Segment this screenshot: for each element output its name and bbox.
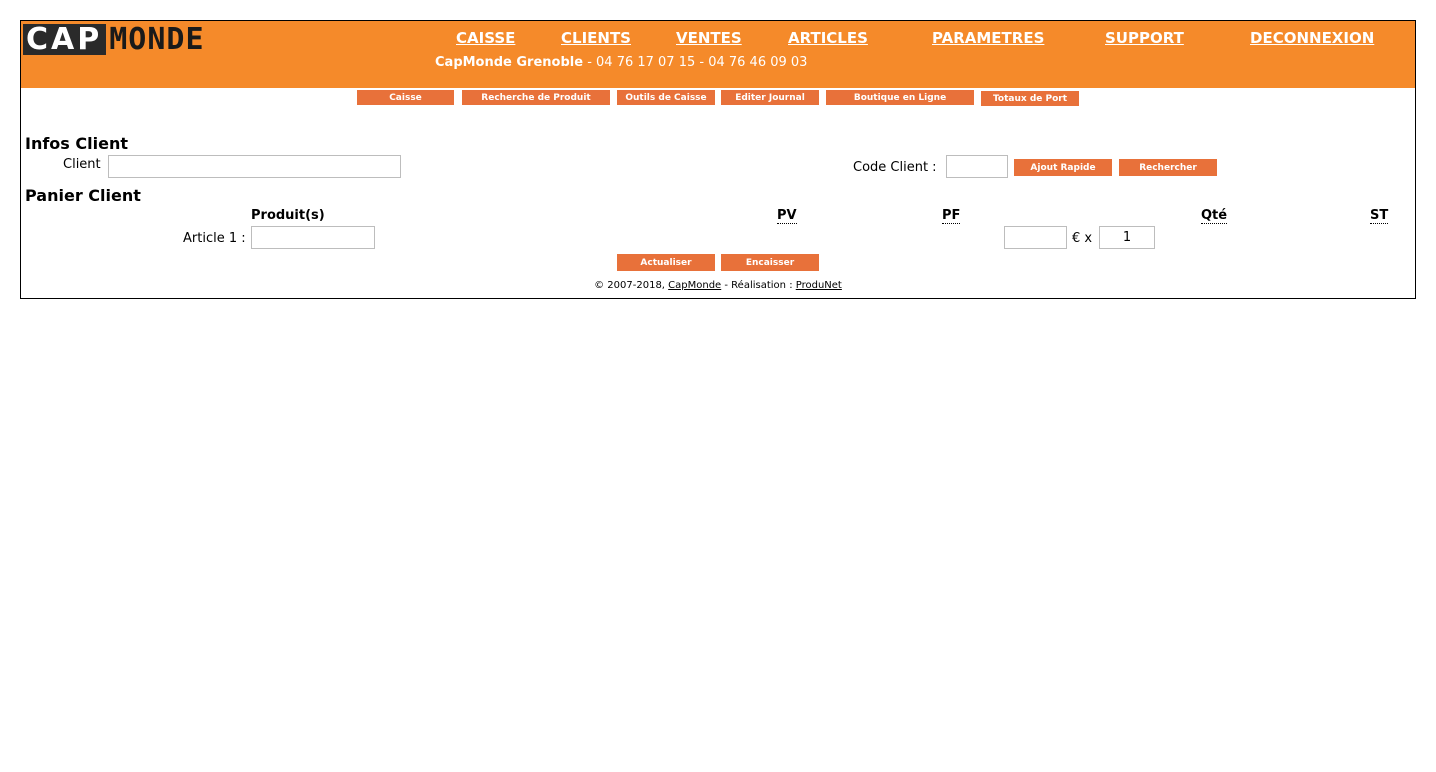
shop-subtitle: CapMonde Grenoble - 04 76 17 07 15 - 04 … [435,55,807,70]
encaisser-button[interactable]: Encaisser [720,253,820,272]
logo-monde-text: MONDE [109,22,205,57]
panier-client-heading: Panier Client [25,186,141,205]
client-input[interactable] [108,155,401,178]
capmonde-logo[interactable]: CAP MONDE [23,24,205,55]
client-label: Client [63,157,101,172]
nav-articles-link[interactable]: ARTICLES [788,29,868,47]
subnav-caisse-button[interactable]: Caisse [356,89,455,106]
column-st: ST [1370,208,1389,224]
article-1-qty-input[interactable] [1099,226,1155,249]
code-client-label: Code Client : [853,160,937,175]
shop-name: CapMonde Grenoble [435,55,584,70]
footer-produnet-link[interactable]: ProduNet [796,280,842,291]
column-pf: PF [942,208,961,224]
main-frame: CAP MONDE CAISSE CLIENTS VENTES ARTICLES… [20,20,1416,299]
nav-ventes-link[interactable]: VENTES [676,29,742,47]
nav-deconnexion-link[interactable]: DECONNEXION [1250,29,1374,47]
rechercher-button[interactable]: Rechercher [1118,158,1218,177]
column-qte: Qté [1201,208,1228,224]
nav-parametres-link[interactable]: PARAMETRES [932,29,1044,47]
article-1-price-input[interactable] [1004,226,1067,249]
column-produits: Produit(s) [251,208,325,223]
logo-cap-text: CAP [23,24,107,55]
article-1-product-input[interactable] [251,226,375,249]
footer-capmonde-link[interactable]: CapMonde [668,280,721,291]
shop-phones: - 04 76 17 07 15 - 04 76 46 09 03 [583,55,808,70]
nav-clients-link[interactable]: CLIENTS [561,29,631,47]
code-client-input[interactable] [946,155,1008,178]
subnav-totaux-port-button[interactable]: Totaux de Port [980,90,1080,107]
infos-client-heading: Infos Client [25,134,128,153]
subnav-editer-journal-button[interactable]: Editer Journal [720,89,820,106]
article-1-label: Article 1 : [183,231,246,246]
header-bar: CAP MONDE CAISSE CLIENTS VENTES ARTICLES… [21,21,1415,88]
currency-multiplier: € x [1072,231,1093,246]
footer-realisation: - Réalisation : [721,280,796,291]
footer-copyright: © 2007-2018, [594,280,669,291]
nav-support-link[interactable]: SUPPORT [1105,29,1184,47]
nav-caisse-link[interactable]: CAISSE [456,29,515,47]
subnav-recherche-produit-button[interactable]: Recherche de Produit [461,89,611,106]
actualiser-button[interactable]: Actualiser [616,253,716,272]
ajout-rapide-button[interactable]: Ajout Rapide [1013,158,1113,177]
footer: © 2007-2018, CapMonde - Réalisation : Pr… [21,280,1415,291]
column-pv: PV [777,208,797,224]
subnav-boutique-en-ligne-button[interactable]: Boutique en Ligne [825,89,975,106]
subnav-outils-caisse-button[interactable]: Outils de Caisse [616,89,716,106]
